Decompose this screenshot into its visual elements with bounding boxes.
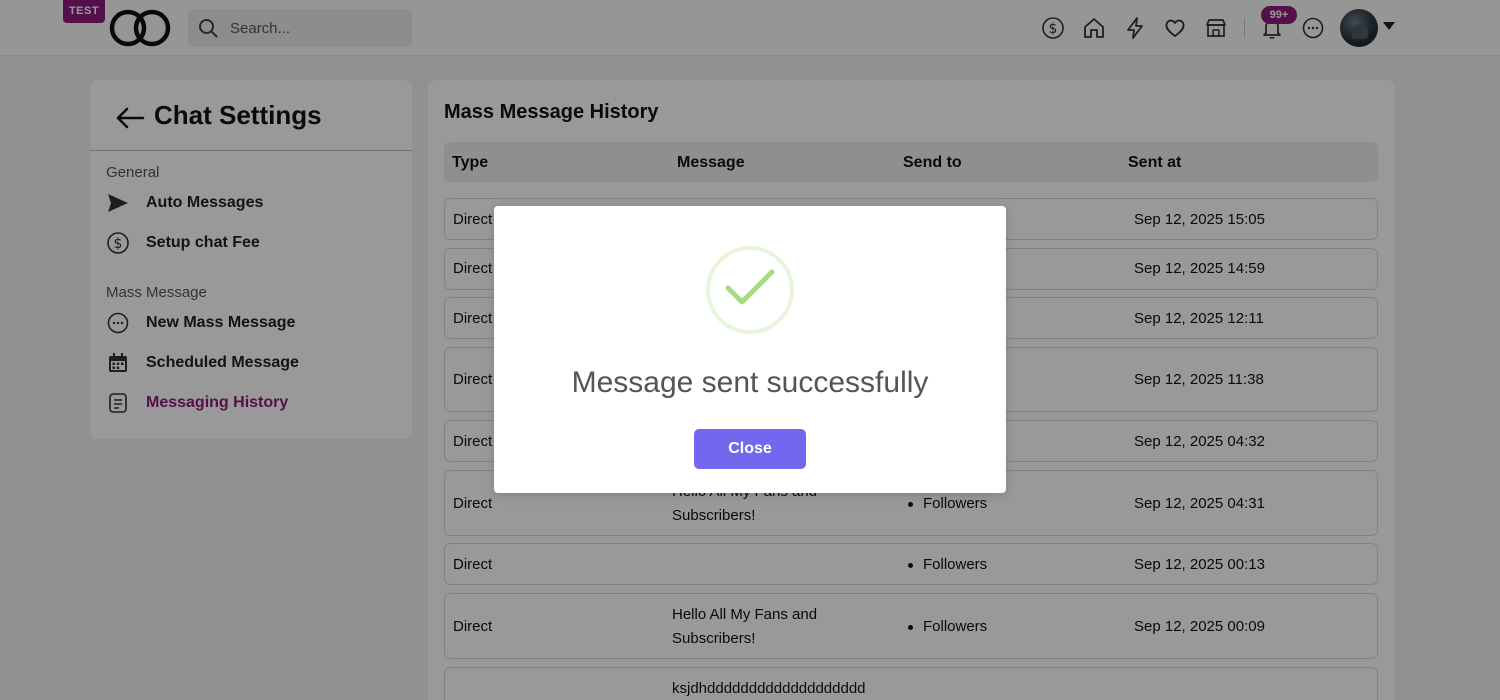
success-check-icon (706, 246, 794, 334)
dialog-message: Message sent successfully (571, 366, 929, 399)
close-button[interactable]: Close (694, 429, 806, 469)
success-dialog: Message sent successfully Close (494, 206, 1006, 493)
